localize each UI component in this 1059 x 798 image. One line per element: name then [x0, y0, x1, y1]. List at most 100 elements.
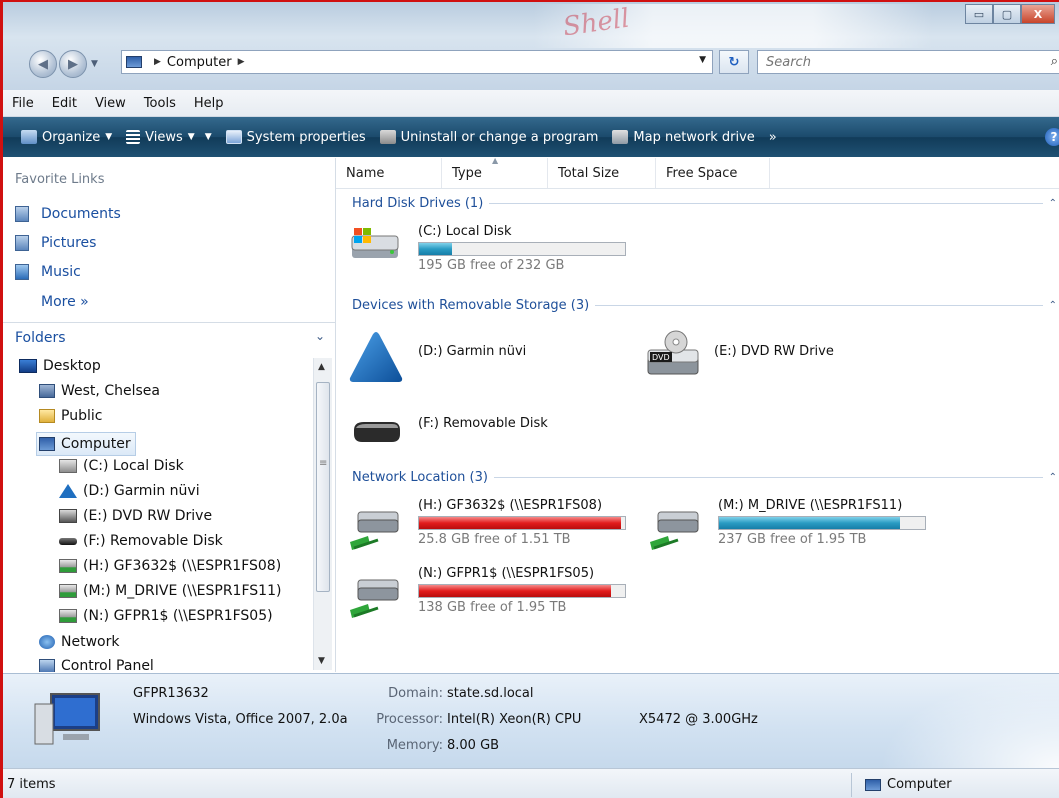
group-divider	[595, 305, 1043, 306]
chevron-down-icon[interactable]: ▼	[205, 132, 212, 142]
map-drive-label: Map network drive	[633, 129, 755, 145]
tree-item-computer[interactable]: Computer	[36, 432, 136, 456]
drive-e[interactable]: DVD (E:) DVD RW Drive	[644, 330, 834, 380]
dvd-badge: DVD	[652, 353, 670, 362]
scrollbar-thumb[interactable]	[316, 382, 330, 592]
domain-value: state.sd.local	[447, 686, 534, 701]
group-network-location[interactable]: Network Location (3) ⌃	[352, 470, 1057, 485]
favorite-pictures[interactable]: Pictures	[15, 235, 96, 251]
tree-item-e-drive[interactable]: (E:) DVD RW Drive	[59, 508, 212, 524]
drive-c[interactable]: (C:) Local Disk 195 GB free of 232 GB	[348, 224, 626, 273]
recent-pages-dropdown[interactable]: ▼	[91, 59, 98, 69]
processor-model: X5472 @ 3.00GHz	[639, 712, 758, 727]
group-hard-disk-drives[interactable]: Hard Disk Drives (1) ⌃	[352, 196, 1057, 211]
favorite-documents[interactable]: Documents	[15, 206, 121, 222]
column-name[interactable]: Name	[336, 158, 442, 188]
system-properties-button[interactable]: System properties	[225, 130, 366, 145]
views-button[interactable]: Views ▼ ▼	[126, 130, 212, 145]
address-dropdown-icon[interactable]: ▼	[699, 55, 706, 65]
processor-label: Processor:	[376, 712, 443, 727]
dvd-drive-icon	[59, 509, 77, 523]
memory-value: 8.00 GB	[447, 738, 500, 753]
drive-free-space: 138 GB free of 1.95 TB	[418, 600, 567, 615]
favorite-label: Music	[41, 264, 81, 280]
menu-help[interactable]: Help	[185, 96, 233, 111]
forward-arrow-icon: ▶	[68, 56, 78, 72]
menu-edit[interactable]: Edit	[43, 96, 86, 111]
tree-label: (H:) GF3632$ (\\ESPR1FS08)	[83, 558, 282, 574]
breadcrumb-arrow-icon[interactable]: ▶	[238, 57, 245, 67]
chevron-down-icon[interactable]: ⌄	[315, 329, 325, 343]
back-button[interactable]: ◀	[29, 50, 57, 78]
tree-item-d-drive[interactable]: (D:) Garmin nüvi	[59, 483, 200, 499]
minimize-button[interactable]: ▭	[965, 4, 993, 24]
toolbar-overflow-button[interactable]: »	[769, 130, 777, 145]
drive-name: (D:) Garmin nüvi	[418, 344, 527, 359]
scroll-up-arrow-icon[interactable]: ▲	[318, 362, 325, 372]
favorite-label: Pictures	[41, 235, 97, 251]
search-box[interactable]: ⌕	[757, 50, 1059, 74]
tree-item-c-drive[interactable]: (C:) Local Disk	[59, 458, 184, 474]
tree-label: (D:) Garmin nüvi	[83, 483, 200, 499]
tree-item-f-drive[interactable]: (F:) Removable Disk	[59, 533, 223, 549]
folders-label: Folders	[15, 330, 66, 346]
more-links[interactable]: More »	[41, 294, 89, 310]
tree-item-control-panel[interactable]: Control Panel	[39, 658, 154, 672]
drive-name: (M:) M_DRIVE (\\ESPR1FS11)	[718, 498, 903, 513]
memory-label: Memory:	[386, 738, 443, 753]
favorite-music[interactable]: Music	[15, 264, 81, 280]
column-type[interactable]: ▲ Type	[442, 156, 548, 188]
collapse-chevron-icon[interactable]: ⌃	[1049, 472, 1057, 483]
tree-item-h-drive[interactable]: (H:) GF3632$ (\\ESPR1FS08)	[59, 558, 281, 574]
title-bar: Shell ▭ ▢ X ◀ ▶ ▼ ▶ Computer ▶ ▼ ↻ ⌕	[3, 2, 1059, 90]
network-drive-icon	[612, 130, 629, 144]
drive-free-space: 25.8 GB free of 1.51 TB	[418, 532, 571, 547]
command-bar: Organize ▼ Views ▼ ▼ System properties U…	[3, 117, 1059, 157]
computer-icon	[126, 56, 142, 68]
drive-m[interactable]: (M:) M_DRIVE (\\ESPR1FS11) 237 GB free o…	[648, 498, 926, 554]
collapse-chevron-icon[interactable]: ⌃	[1049, 300, 1057, 311]
close-button[interactable]: X	[1021, 4, 1055, 24]
scroll-down-arrow-icon[interactable]: ▼	[318, 656, 325, 666]
organize-button[interactable]: Organize ▼	[21, 130, 112, 145]
maximize-button[interactable]: ▢	[993, 4, 1021, 24]
drive-f[interactable]: (F:) Removable Disk	[348, 412, 548, 446]
breadcrumb-arrow-icon[interactable]: ▶	[154, 57, 161, 67]
column-total-size[interactable]: Total Size	[548, 158, 656, 188]
tree-item-public[interactable]: Public	[39, 408, 102, 424]
tree-label: (F:) Removable Disk	[83, 533, 223, 549]
forward-button[interactable]: ▶	[59, 50, 87, 78]
breadcrumb-computer[interactable]: Computer	[167, 55, 232, 70]
computer-icon	[39, 437, 55, 451]
search-input[interactable]	[764, 51, 1038, 73]
folders-header[interactable]: Folders ⌄	[3, 322, 335, 353]
tree-item-network[interactable]: Network	[39, 634, 119, 650]
tree-item-desktop[interactable]: Desktop	[19, 358, 101, 374]
status-bar: 7 items Computer	[3, 768, 1059, 798]
map-network-drive-button[interactable]: Map network drive	[612, 129, 755, 145]
folder-tree-scrollbar[interactable]: ▲ ≡ ▼	[313, 358, 332, 670]
drive-info: (M:) M_DRIVE (\\ESPR1FS11) 237 GB free o…	[718, 498, 926, 554]
drive-d[interactable]: (D:) Garmin nüvi	[348, 330, 526, 384]
tree-item-m-drive[interactable]: (M:) M_DRIVE (\\ESPR1FS11)	[59, 583, 281, 599]
refresh-button[interactable]: ↻	[719, 50, 749, 74]
menu-tools[interactable]: Tools	[135, 96, 185, 111]
search-icon[interactable]: ⌕	[1051, 54, 1058, 69]
tree-label: Network	[61, 634, 120, 650]
menu-view[interactable]: View	[86, 96, 135, 111]
tree-item-west-chelsea[interactable]: West, Chelsea	[39, 383, 160, 399]
drive-h[interactable]: (H:) GF3632$ (\\ESPR1FS08) 25.8 GB free …	[348, 498, 626, 554]
computer-name: GFPR13632	[133, 686, 209, 701]
tree-item-n-drive[interactable]: (N:) GFPR1$ (\\ESPR1FS05)	[59, 608, 273, 624]
drive-n[interactable]: (N:) GFPR1$ (\\ESPR1FS05) 138 GB free of…	[348, 566, 626, 622]
dvd-drive-icon: DVD	[647, 330, 699, 375]
back-arrow-icon: ◀	[38, 56, 48, 72]
collapse-chevron-icon[interactable]: ⌃	[1049, 198, 1057, 209]
uninstall-program-button[interactable]: Uninstall or change a program	[379, 130, 598, 145]
group-removable-storage[interactable]: Devices with Removable Storage (3) ⌃	[352, 298, 1057, 313]
column-free-space[interactable]: Free Space	[656, 158, 770, 188]
details-glow-decoration	[879, 674, 1059, 768]
help-icon[interactable]: ?	[1045, 128, 1059, 146]
menu-file[interactable]: File	[3, 96, 43, 111]
address-bar[interactable]: ▶ Computer ▶ ▼	[121, 50, 713, 74]
